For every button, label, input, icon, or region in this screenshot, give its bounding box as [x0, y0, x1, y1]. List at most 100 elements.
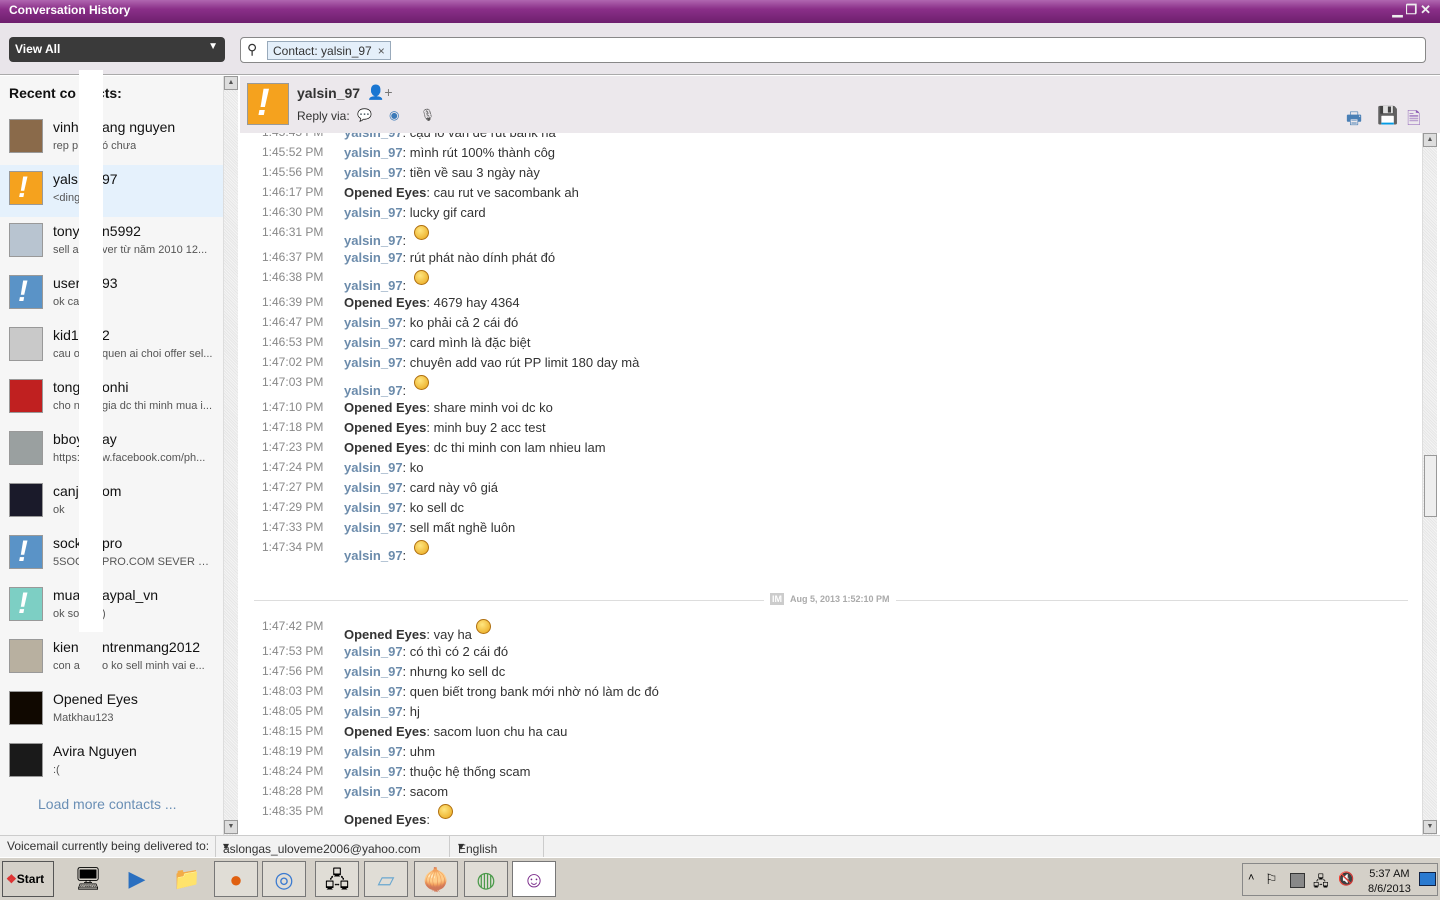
sender-name[interactable]: yalsin_97 — [344, 520, 403, 535]
toolbar: View All ▼ ⚲ Contact: yalsin_97 × — [0, 23, 1440, 75]
close-button[interactable]: ✕ — [1420, 2, 1434, 17]
chevron-down-icon: ▼ — [208, 41, 218, 52]
sender-name[interactable]: yalsin_97 — [344, 335, 403, 350]
server-manager-icon[interactable]: 🖥 — [66, 861, 110, 897]
sender-name[interactable]: yalsin_97 — [344, 460, 403, 475]
sender-name[interactable]: Opened Eyes — [344, 724, 426, 739]
globe-icon[interactable]: ◍ — [464, 861, 508, 897]
message-time: 1:47:56 PM — [262, 664, 324, 678]
restore-button[interactable]: ❐ — [1405, 2, 1420, 17]
contact-list-item[interactable]: kid1 2 cau o quen ai choi offer sel... — [0, 321, 224, 373]
contact-list-item[interactable]: ! sock pro 5SOC PRO.COM SEVER S... — [0, 529, 224, 581]
close-icon[interactable]: × — [378, 44, 385, 58]
contact-list-item[interactable]: Opened Eyes Matkhau123 — [0, 685, 224, 737]
scroll-down-button[interactable]: ▼ — [224, 820, 238, 834]
volume-muted-icon[interactable]: 🔇 — [1338, 871, 1354, 887]
contact-list-item[interactable]: tong onhi cho n gia dc thi minh mua i... — [0, 373, 224, 425]
view-filter-dropdown[interactable]: View All ▼ — [9, 37, 225, 62]
explorer-icon[interactable]: 📁 — [165, 861, 209, 897]
sender-name[interactable]: Opened Eyes — [344, 295, 426, 310]
sender-name[interactable]: Opened Eyes — [344, 420, 426, 435]
sender-name[interactable]: yalsin_97 — [344, 764, 403, 779]
scroll-up-button[interactable]: ▲ — [1423, 133, 1437, 147]
sender-name[interactable]: yalsin_97 — [344, 500, 403, 515]
delete-history-icon[interactable]: 🗎 — [1407, 106, 1421, 135]
contact-list-item[interactable]: ! user 93 ok ca — [0, 269, 224, 321]
message-time: 1:46:37 PM — [262, 250, 324, 264]
clock[interactable]: 5:37 AM 8/6/2013 — [1368, 867, 1411, 897]
webcam-icon[interactable]: ◉ — [389, 108, 399, 122]
message-time: 1:45:45 PM — [262, 133, 323, 139]
contact-name: kid1 — [53, 327, 79, 343]
sender-name[interactable]: yalsin_97 — [344, 784, 403, 799]
contact-list-item[interactable]: canj om ok — [0, 477, 224, 529]
yahoo-messenger-icon[interactable]: ☺ — [512, 861, 556, 897]
contact-list-item[interactable]: ! yals 97 <ding — [0, 165, 224, 217]
scroll-up-button[interactable]: ▲ — [224, 76, 238, 90]
powershell-icon[interactable]: ▶ — [115, 861, 159, 897]
im-icon[interactable]: 💬 — [357, 108, 372, 122]
sender-name[interactable]: yalsin_97 — [344, 664, 403, 679]
voicemail-email-dropdown[interactable]: aslongas_uloveme2006@yahoo.com ▾ — [223, 839, 421, 856]
sender-name[interactable]: yalsin_97 — [344, 315, 403, 330]
sender-name[interactable]: yalsin_97 — [344, 548, 403, 563]
big-grin-emoticon-icon — [413, 225, 429, 240]
contact-list-item[interactable]: tony n5992 sell a ver từ năm 2010 12... — [0, 217, 224, 269]
sender-name[interactable]: Opened Eyes — [344, 440, 426, 455]
sender-name[interactable]: Opened Eyes — [344, 812, 426, 827]
sender-name[interactable]: Opened Eyes — [344, 627, 426, 642]
tor-icon[interactable]: 🧅 — [414, 861, 458, 897]
sender-name[interactable]: yalsin_97 — [344, 145, 403, 160]
contact-list-item[interactable]: Avira Nguyen :( — [0, 737, 224, 789]
message-time: 1:46:30 PM — [262, 205, 324, 219]
scroll-down-button[interactable]: ▼ — [1423, 820, 1437, 834]
sender-name[interactable]: Opened Eyes — [344, 400, 426, 415]
contact-list-item[interactable]: kien ntrenmang2012 con a o ko sell minh … — [0, 633, 224, 685]
remote-desktop-icon[interactable]: 🖧 — [315, 861, 359, 897]
print-icon[interactable]: 🖶 — [1346, 106, 1362, 135]
safari-icon[interactable]: ◎ — [262, 861, 306, 897]
sender-name[interactable]: yalsin_97 — [344, 233, 403, 248]
add-contact-icon[interactable]: 👤+ — [367, 84, 393, 101]
contact-preview: cho n — [53, 400, 80, 412]
load-more-contacts-link[interactable]: Load more contacts ... — [38, 796, 177, 812]
sender-name[interactable]: yalsin_97 — [344, 383, 403, 398]
show-desktop-icon[interactable] — [1419, 872, 1436, 886]
contact-name-tail: ang nguyen — [102, 119, 176, 135]
sender-name[interactable]: yalsin_97 — [344, 165, 403, 180]
firefox-icon[interactable]: ● — [214, 861, 258, 897]
sender-name[interactable]: Opened Eyes — [344, 185, 426, 200]
contact-avatar: ! — [9, 275, 43, 309]
sender-name[interactable]: yalsin_97 — [344, 744, 403, 759]
chat-scrollbar[interactable]: ▲ ▼ — [1422, 133, 1437, 835]
save-icon[interactable]: 💾 — [1377, 106, 1398, 126]
scroll-thumb[interactable] — [1424, 455, 1437, 517]
voice-icon[interactable]: 🎙 — [420, 108, 435, 122]
chevron-up-icon[interactable]: ˄ — [1248, 872, 1254, 884]
start-button[interactable]: ❖Start — [2, 861, 54, 897]
message-time: 1:47:27 PM — [262, 480, 324, 494]
sender-name[interactable]: yalsin_97 — [344, 704, 403, 719]
language-dropdown[interactable]: English (US) ▾ — [458, 839, 497, 870]
sender-name[interactable]: yalsin_97 — [344, 644, 403, 659]
contact-list-item[interactable]: vinh ang nguyen rep p ó chưa — [0, 113, 224, 165]
notepad-icon[interactable]: ▱ — [364, 861, 408, 897]
sender-name[interactable]: yalsin_97 — [344, 250, 403, 265]
minimize-button[interactable]: ▁ — [1392, 2, 1405, 17]
contact-list-item[interactable]: bboy ay https: w.facebook.com/ph... — [0, 425, 224, 477]
sender-name[interactable]: yalsin_97 — [344, 205, 403, 220]
message-time: 1:48:24 PM — [262, 764, 324, 778]
contact-filter-chip[interactable]: Contact: yalsin_97 × — [267, 41, 391, 60]
search-input[interactable]: ⚲ Contact: yalsin_97 × — [240, 37, 1426, 63]
contact-list-item[interactable]: ! mua aypal_vn ok so ) — [0, 581, 224, 633]
square-icon[interactable] — [1290, 873, 1305, 888]
sender-name[interactable]: yalsin_97 — [344, 278, 403, 293]
sender-name[interactable]: yalsin_97 — [344, 133, 403, 140]
sender-name[interactable]: yalsin_97 — [344, 480, 403, 495]
sender-name[interactable]: yalsin_97 — [344, 684, 403, 699]
network-icon[interactable]: 🖧 — [1313, 871, 1329, 895]
flag-icon[interactable]: ⚐ — [1265, 871, 1278, 888]
contacts-scrollbar[interactable]: ▲ ▼ — [223, 76, 238, 835]
sender-name[interactable]: yalsin_97 — [344, 355, 403, 370]
message-text: Opened Eyes: vay ha — [344, 619, 491, 642]
